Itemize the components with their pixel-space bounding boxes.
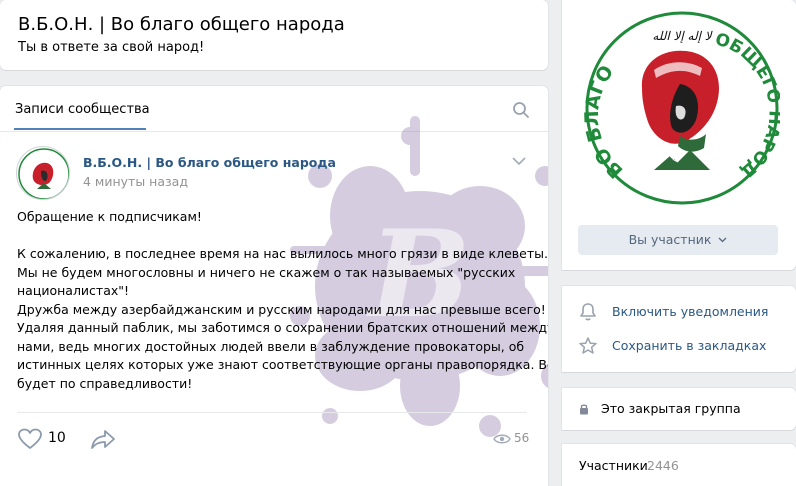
group-actions-card: Включить уведомления Сохранить в закладк… bbox=[562, 286, 796, 372]
post-line: К сожалению, в последнее время на нас вы… bbox=[17, 246, 548, 261]
tab-community-posts[interactable]: Записи сообщества bbox=[15, 102, 150, 117]
group-header: В.Б.О.Н. | Во благо общего народа Ты в о… bbox=[0, 0, 548, 70]
post-line: Обращение к подписчикам! bbox=[17, 209, 202, 224]
post-line: истинных целях которых уже знают соответ… bbox=[17, 357, 548, 372]
view-count: 56 bbox=[514, 431, 530, 445]
post-author-avatar[interactable] bbox=[16, 146, 70, 200]
chevron-down-icon bbox=[718, 237, 727, 243]
svg-text:ﻻ إله إلا الله: ﻻ إله إلا الله bbox=[652, 29, 712, 43]
members-label[interactable]: Участники bbox=[579, 458, 648, 473]
post-timestamp[interactable]: 4 минуты назад bbox=[83, 174, 188, 189]
members-count: 2446 bbox=[647, 458, 679, 473]
bookmark-star-icon bbox=[579, 337, 597, 354]
group-logo[interactable]: ﻻ إله إلا الله ВО БЛАГО ОБЩЕГО НАРОДА bbox=[584, 10, 780, 206]
post-divider bbox=[17, 412, 527, 413]
post-line: Мы не будем многословны и ничего не скаж… bbox=[17, 264, 516, 280]
post-line: нами, ведь многих достойных людей ввели … bbox=[17, 338, 525, 354]
closed-group-card: Это закрытая группа bbox=[562, 388, 796, 430]
post-line: будет по справедливости! bbox=[17, 375, 193, 391]
wall-card: Записи сообщества B В.Б.О.Н. | Во благо … bbox=[0, 86, 548, 486]
lock-icon bbox=[580, 404, 588, 415]
eye-icon bbox=[493, 434, 511, 444]
group-status: Ты в ответе за свой народ! bbox=[18, 40, 205, 55]
member-status-label: Вы участник bbox=[628, 232, 712, 247]
members-card[interactable]: Участники 2446 bbox=[562, 444, 796, 486]
enable-notifications-label: Включить уведомления bbox=[612, 304, 769, 319]
share-icon[interactable] bbox=[90, 428, 116, 450]
page-title: В.Б.О.Н. | Во благо общего народа bbox=[18, 14, 345, 35]
post-line: Удаляя данный паблик, мы заботимся о сох… bbox=[17, 320, 548, 335]
like-count: 10 bbox=[48, 430, 66, 446]
post-text: Обращение к подписчикам! К сожалению, в … bbox=[17, 208, 548, 393]
heart-icon[interactable] bbox=[18, 428, 42, 450]
post-line: националистах"! bbox=[17, 283, 130, 298]
group-avatar-card: ﻻ إله إلا الله ВО БЛАГО ОБЩЕГО НАРОДА Вы… bbox=[562, 0, 796, 270]
save-bookmark-label: Сохранить в закладках bbox=[612, 338, 767, 353]
post-author-link[interactable]: В.Б.О.Н. | Во благо общего народа bbox=[83, 155, 336, 170]
post-line-gap bbox=[17, 227, 527, 246]
closed-group-label: Это закрытая группа bbox=[601, 401, 741, 416]
chevron-down-icon[interactable] bbox=[512, 156, 526, 166]
post-line: Дружба между азербайджанским и русским н… bbox=[17, 301, 546, 317]
member-status-button[interactable]: Вы участник bbox=[578, 225, 778, 255]
tab-underline bbox=[14, 128, 146, 130]
bell-icon bbox=[580, 303, 596, 321]
